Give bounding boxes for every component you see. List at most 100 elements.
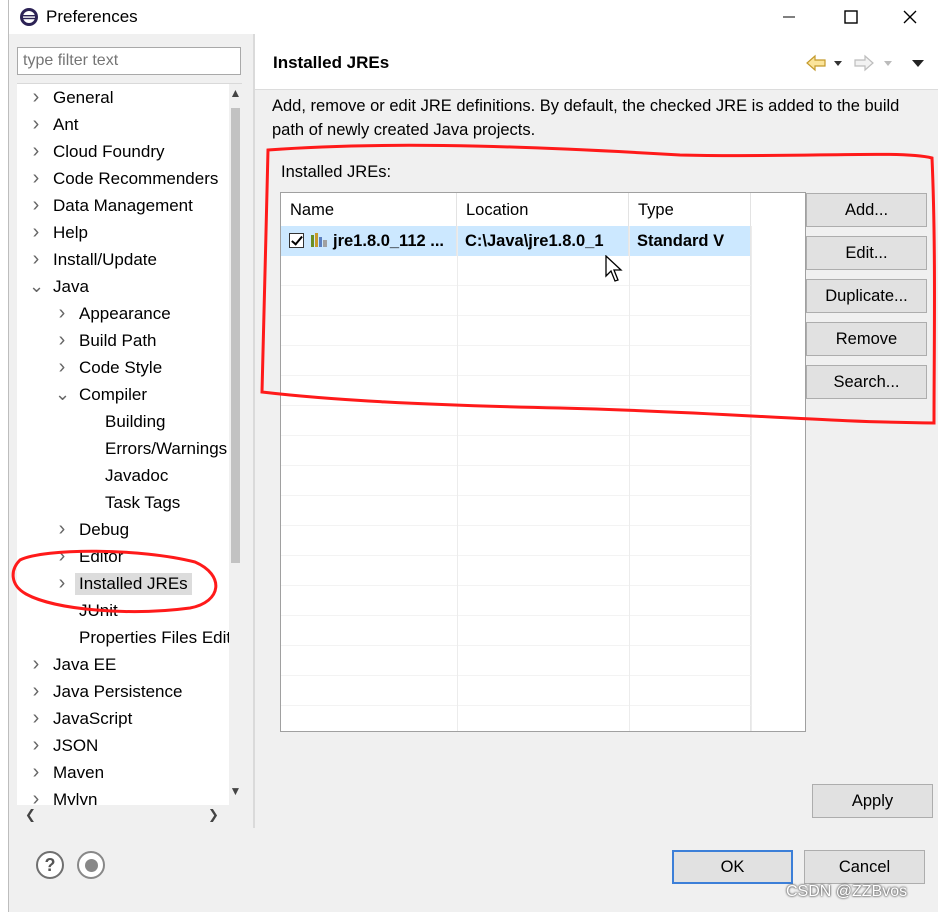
sidebar-item[interactable]: › Editor bbox=[55, 543, 124, 570]
sidebar-item[interactable]: › Java EE bbox=[29, 651, 117, 678]
menu-icon[interactable] bbox=[911, 54, 925, 72]
tree-horizontal-scrollbar[interactable]: ❮ ❯ bbox=[17, 805, 242, 825]
maximize-button[interactable] bbox=[822, 0, 880, 34]
chevron-right-icon[interactable]: › bbox=[29, 734, 43, 757]
search-button[interactable]: Search... bbox=[806, 365, 927, 399]
sidebar-item-label: JavaScript bbox=[53, 708, 133, 728]
apply-button[interactable]: Apply bbox=[812, 784, 933, 818]
sidebar-item[interactable]: Properties Files Editor bbox=[55, 624, 242, 651]
scroll-up-icon[interactable]: ▲ bbox=[229, 86, 242, 104]
sidebar-item[interactable]: › Appearance bbox=[55, 300, 171, 327]
chevron-right-icon[interactable]: › bbox=[55, 518, 69, 541]
empty-table-row bbox=[281, 556, 751, 586]
edit-button[interactable]: Edit... bbox=[806, 236, 927, 270]
chevron-right-icon[interactable]: › bbox=[55, 302, 69, 325]
chevron-right-icon[interactable]: › bbox=[55, 545, 69, 568]
cancel-button[interactable]: Cancel bbox=[804, 850, 925, 884]
chevron-right-icon[interactable]: › bbox=[55, 572, 69, 595]
column-divider bbox=[629, 226, 630, 731]
tree-vertical-scrollbar[interactable]: ▲ ▼ bbox=[229, 84, 242, 805]
sidebar-item[interactable]: › Code Style bbox=[55, 354, 163, 381]
dropdown-icon[interactable] bbox=[882, 54, 894, 72]
chevron-right-icon[interactable]: › bbox=[29, 221, 43, 244]
scroll-left-icon[interactable]: ❮ bbox=[25, 807, 36, 823]
sidebar-item-label: Editor bbox=[79, 546, 124, 566]
help-icon[interactable]: ? bbox=[36, 851, 64, 879]
chevron-right-icon[interactable]: › bbox=[29, 86, 43, 109]
sidebar-item[interactable]: › Cloud Foundry bbox=[29, 138, 165, 165]
add-button[interactable]: Add... bbox=[806, 193, 927, 227]
eclipse-icon bbox=[20, 8, 38, 26]
column-header-name[interactable]: Name bbox=[281, 193, 457, 226]
chevron-right-icon[interactable]: › bbox=[29, 653, 43, 676]
filter-input[interactable] bbox=[17, 47, 241, 75]
empty-table-row bbox=[281, 286, 751, 316]
sidebar-item[interactable]: JUnit bbox=[55, 597, 118, 624]
column-header-location[interactable]: Location bbox=[457, 193, 629, 226]
sidebar-item[interactable]: › Install/Update bbox=[29, 246, 157, 273]
sidebar-item[interactable]: › Installed JREs bbox=[55, 570, 192, 597]
chevron-right-icon[interactable]: › bbox=[29, 140, 43, 163]
sidebar-item[interactable]: › General bbox=[29, 84, 114, 111]
sidebar-item-label: Errors/Warnings bbox=[105, 438, 228, 458]
close-button[interactable] bbox=[881, 0, 938, 34]
empty-table-row bbox=[281, 376, 751, 406]
sidebar-item[interactable]: › Data Management bbox=[29, 192, 193, 219]
chevron-right-icon[interactable]: › bbox=[29, 194, 43, 217]
sidebar-item[interactable]: › Debug bbox=[55, 516, 129, 543]
chevron-right-icon[interactable]: › bbox=[29, 788, 43, 805]
scroll-right-icon[interactable]: ❯ bbox=[208, 807, 219, 823]
back-arrow-icon[interactable] bbox=[805, 54, 827, 72]
chevron-right-icon[interactable]: › bbox=[55, 329, 69, 352]
chevron-down-icon[interactable]: ⌄ bbox=[55, 384, 70, 405]
sidebar-item[interactable]: › JSON bbox=[29, 732, 99, 759]
jre-default-checkbox[interactable] bbox=[289, 233, 304, 248]
chevron-right-icon[interactable]: › bbox=[29, 248, 43, 271]
record-macro-icon[interactable] bbox=[77, 851, 105, 879]
scroll-down-icon[interactable]: ▼ bbox=[229, 784, 242, 802]
duplicate-button[interactable]: Duplicate... bbox=[806, 279, 927, 313]
sidebar-item[interactable]: › Maven bbox=[29, 759, 104, 786]
sidebar-item-label: General bbox=[53, 87, 114, 107]
jre-name-cell: jre1.8.0_112 ... bbox=[281, 226, 457, 256]
page-title: Installed JREs bbox=[273, 53, 390, 72]
scroll-thumb[interactable] bbox=[231, 108, 240, 563]
sidebar-item[interactable]: Errors/Warnings bbox=[81, 435, 227, 462]
sidebar-item[interactable]: › JavaScript bbox=[29, 705, 133, 732]
panel-divider[interactable] bbox=[253, 34, 255, 828]
page-description: Add, remove or edit JRE definitions. By … bbox=[272, 97, 900, 139]
chevron-right-icon[interactable]: › bbox=[29, 761, 43, 784]
sidebar-item[interactable]: › Build Path bbox=[55, 327, 157, 354]
sidebar-item[interactable]: › Code Recommenders bbox=[29, 165, 219, 192]
chevron-right-icon[interactable]: › bbox=[29, 113, 43, 136]
sidebar-item[interactable]: Building bbox=[81, 408, 166, 435]
maximize-icon bbox=[844, 10, 858, 24]
sidebar-item[interactable]: ⌄ Java bbox=[29, 273, 89, 300]
table-row[interactable]: jre1.8.0_112 ... C:\Java\jre1.8.0_1 Stan… bbox=[281, 226, 751, 256]
sidebar-item[interactable]: › Help bbox=[29, 219, 88, 246]
ok-button[interactable]: OK bbox=[672, 850, 793, 884]
jre-type-cell: Standard V bbox=[629, 226, 751, 256]
chevron-down-icon[interactable]: ⌄ bbox=[29, 276, 44, 297]
sidebar-item[interactable]: Javadoc bbox=[81, 462, 168, 489]
chevron-right-icon[interactable]: › bbox=[29, 680, 43, 703]
remove-button[interactable]: Remove bbox=[806, 322, 927, 356]
dropdown-icon[interactable] bbox=[832, 54, 844, 72]
minimize-button[interactable] bbox=[760, 0, 818, 34]
empty-table-row bbox=[281, 256, 751, 286]
sidebar-item[interactable]: ⌄ Compiler bbox=[55, 381, 147, 408]
column-header-type[interactable]: Type bbox=[629, 193, 751, 226]
forward-arrow-icon[interactable] bbox=[853, 54, 875, 72]
window-title: Preferences bbox=[46, 7, 138, 26]
preferences-window: Preferences › General › Ant › Cloud Foundry › C… bbox=[8, 0, 938, 912]
sidebar-item[interactable]: › Java Persistence bbox=[29, 678, 183, 705]
chevron-right-icon[interactable]: › bbox=[29, 167, 43, 190]
sidebar-item[interactable]: › Ant bbox=[29, 111, 79, 138]
sidebar-item-label: Javadoc bbox=[105, 465, 169, 485]
chevron-right-icon[interactable]: › bbox=[29, 707, 43, 730]
sidebar-item[interactable]: Task Tags bbox=[81, 489, 180, 516]
sidebar-item-label: Ant bbox=[53, 114, 79, 134]
chevron-right-icon[interactable]: › bbox=[55, 356, 69, 379]
sidebar-item[interactable]: › Mylyn bbox=[29, 786, 98, 805]
empty-table-row bbox=[281, 436, 751, 466]
